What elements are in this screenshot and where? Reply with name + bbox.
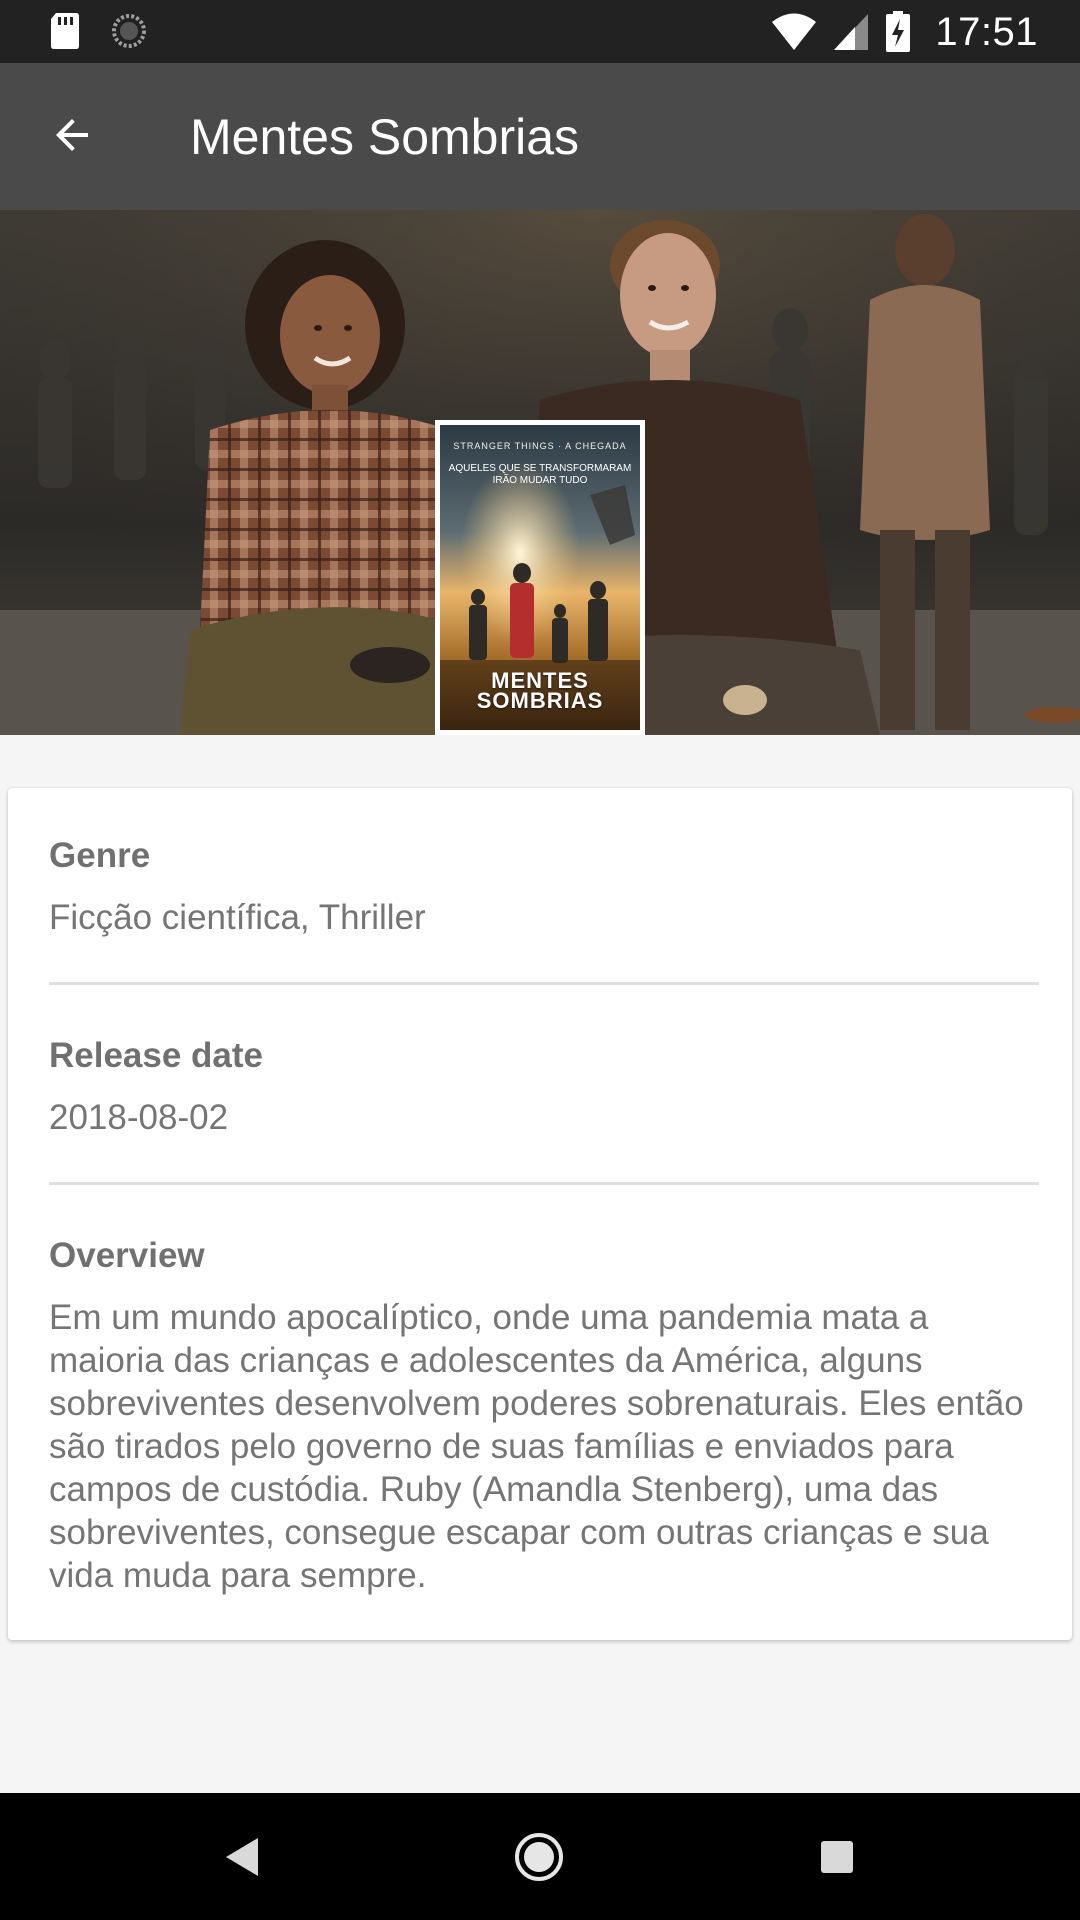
movie-details-card: Genre Ficção científica, Thriller Releas… — [8, 788, 1072, 1640]
battery-charging-icon — [885, 11, 911, 53]
status-bar: 17:51 — [0, 0, 1080, 63]
status-time: 17:51 — [935, 9, 1038, 54]
divider — [49, 1182, 1039, 1185]
nav-back-icon — [222, 1835, 262, 1879]
system-icons: 17:51 — [771, 8, 1038, 56]
poster-artwork: STRANGER THINGS · A CHEGADA AQUELES QUE … — [440, 425, 640, 730]
release-date-value: 2018-08-02 — [49, 1098, 229, 1137]
page-title: Mentes Sombrias — [190, 109, 580, 165]
nav-back-button[interactable] — [204, 1819, 280, 1895]
nav-recents-button[interactable] — [799, 1819, 875, 1895]
sd-card-icon — [50, 12, 80, 50]
poster-subline: AQUELES QUE SE TRANSFORMARAM IRÃO MUDAR … — [448, 463, 632, 486]
notification-icons — [50, 12, 148, 50]
arrow-back-icon — [48, 111, 96, 164]
sync-icon — [110, 12, 148, 50]
nav-home-icon — [513, 1831, 565, 1883]
poster-title: MENTES SOMBRIAS — [476, 668, 604, 713]
movie-poster[interactable]: STRANGER THINGS · A CHEGADA AQUELES QUE … — [435, 420, 645, 735]
genre-value: Ficção científica, Thriller — [49, 898, 426, 937]
wifi-icon — [771, 13, 817, 51]
cell-signal-icon — [833, 13, 869, 51]
overview-label: Overview — [49, 1236, 205, 1275]
divider — [49, 982, 1039, 985]
release-date-label: Release date — [49, 1036, 264, 1075]
overview-value: Em um mundo apocalíptico, onde uma pande… — [49, 1298, 1024, 1595]
system-navigation-bar — [0, 1793, 1080, 1920]
nav-home-button[interactable] — [501, 1819, 577, 1895]
poster-tagline: STRANGER THINGS · A CHEGADA — [453, 441, 627, 451]
nav-recents-icon — [819, 1839, 855, 1875]
back-button[interactable] — [30, 95, 114, 179]
app-toolbar: Mentes Sombrias — [0, 63, 1080, 210]
genre-label: Genre — [49, 836, 151, 875]
